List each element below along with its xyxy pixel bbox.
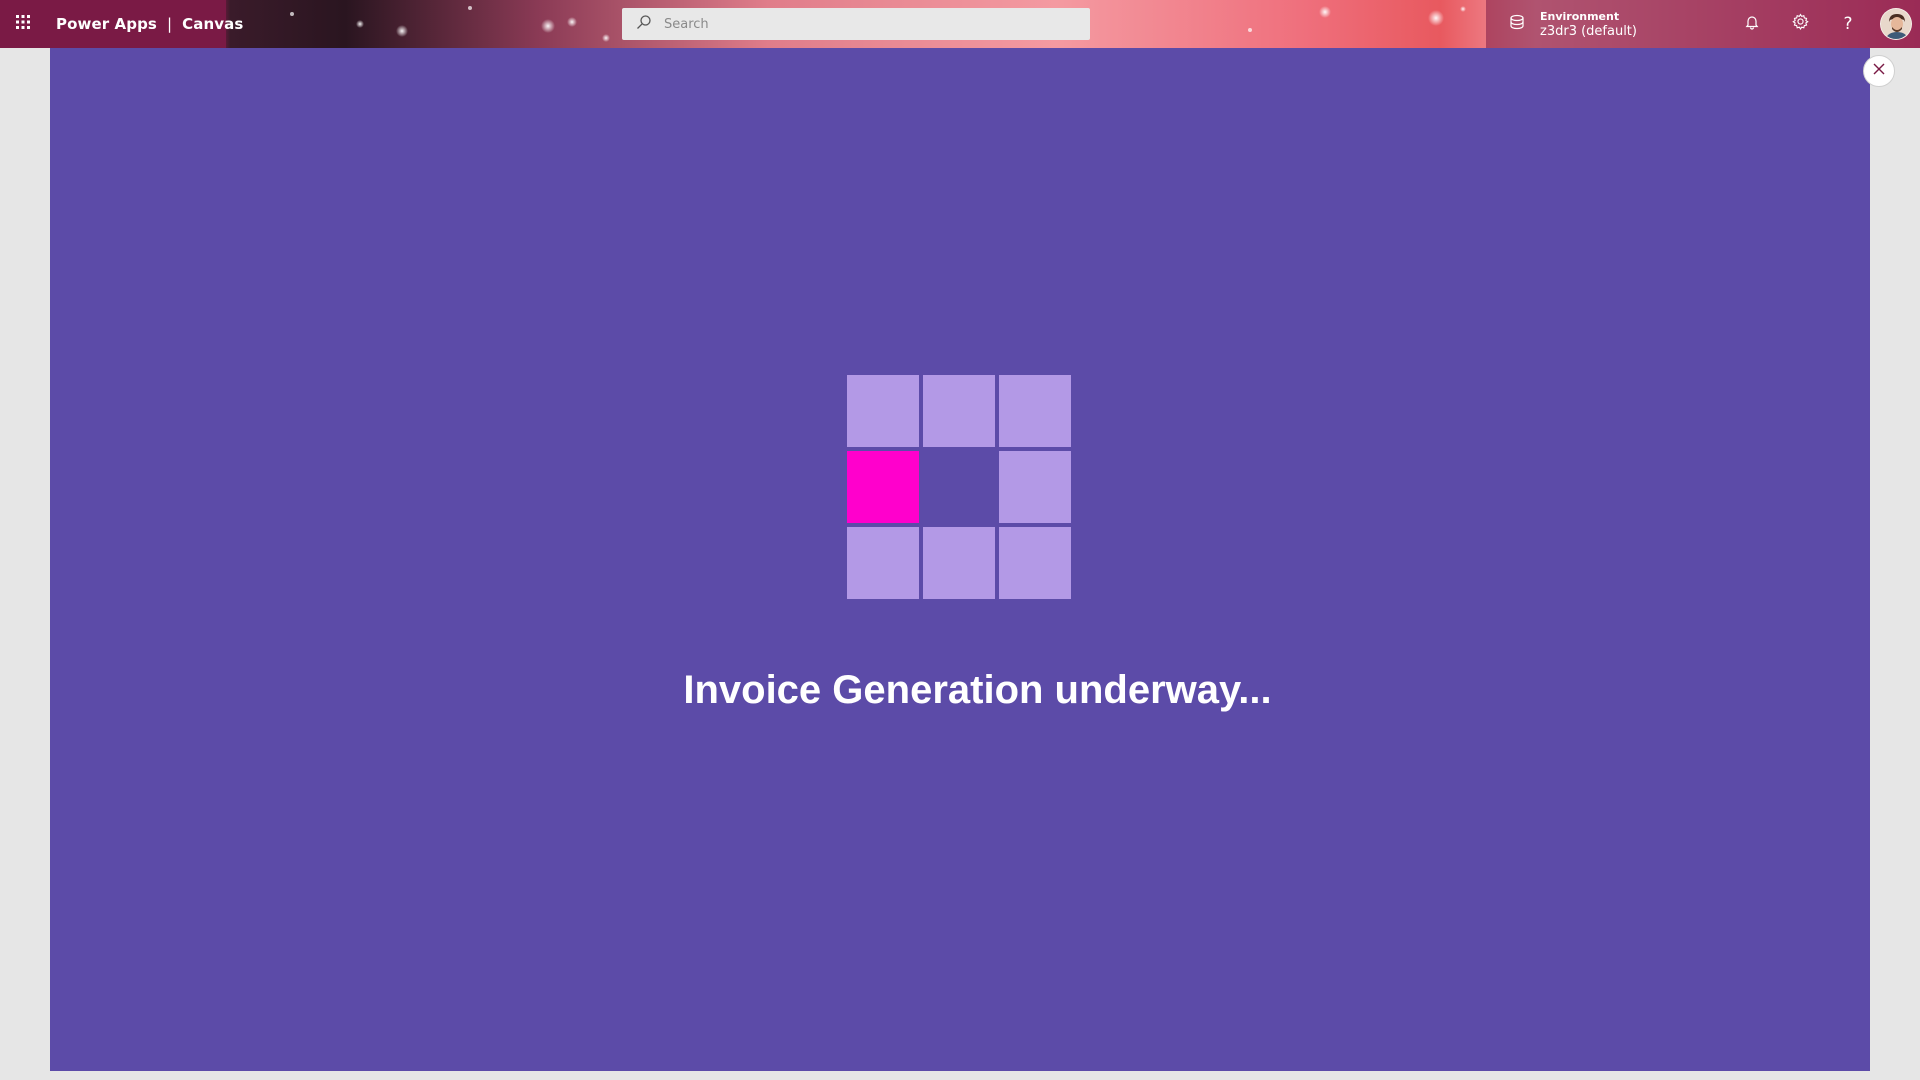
close-button[interactable] (1863, 55, 1895, 87)
waffle-icon (15, 14, 31, 35)
loading-message: Invoice Generation underway... (683, 668, 1272, 712)
search-icon (636, 14, 652, 35)
loading-tile (847, 527, 919, 599)
help-button[interactable]: ? (1826, 0, 1870, 48)
loading-tile (999, 451, 1071, 523)
app-type: Canvas (182, 15, 244, 33)
loading-tile (923, 527, 995, 599)
loading-spinner (847, 375, 1077, 605)
bell-icon (1744, 14, 1760, 35)
settings-button[interactable] (1778, 0, 1822, 48)
user-avatar[interactable] (1880, 8, 1912, 40)
loading-tile (923, 375, 995, 447)
environment-icon (1508, 13, 1526, 36)
loading-tile (999, 375, 1071, 447)
search-box[interactable] (622, 8, 1090, 40)
app-name: Power Apps (56, 15, 157, 33)
search-input[interactable] (662, 15, 1062, 33)
environment-name: z3dr3 (default) (1540, 24, 1637, 39)
loading-tile-active (847, 451, 919, 523)
app-title[interactable]: Power Apps | Canvas (56, 0, 243, 48)
app-launcher-button[interactable] (0, 0, 46, 48)
loading-tile (999, 527, 1071, 599)
top-bar: Power Apps | Canvas Environment z3dr (0, 0, 1920, 48)
environment-picker[interactable]: Environment z3dr3 (default) (1508, 0, 1637, 48)
help-icon: ? (1843, 14, 1853, 34)
close-icon (1872, 62, 1886, 81)
title-separator: | (166, 15, 173, 33)
loading-screen: Invoice Generation underway... (50, 48, 1870, 1071)
loading-tile (847, 375, 919, 447)
environment-label: Environment (1540, 10, 1620, 23)
notifications-button[interactable] (1730, 0, 1774, 48)
gear-icon (1791, 13, 1809, 35)
